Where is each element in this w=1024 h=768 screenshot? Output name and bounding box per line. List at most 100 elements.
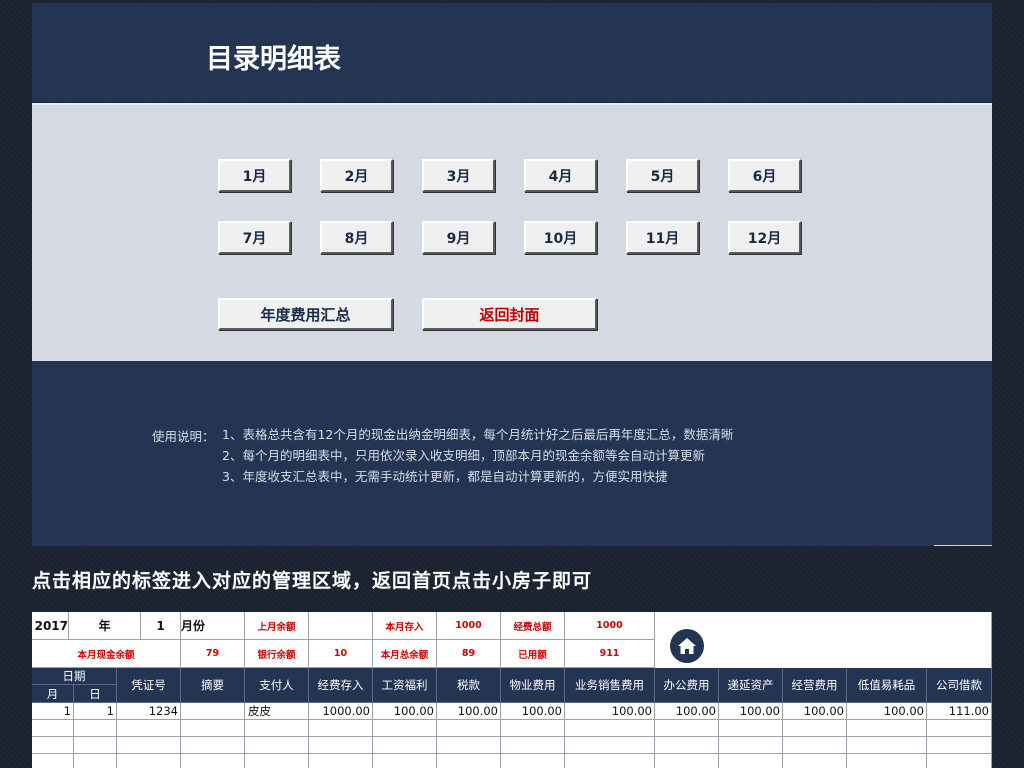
empty-cell[interactable] xyxy=(501,737,565,754)
empty-cell[interactable] xyxy=(32,737,74,754)
empty-cell[interactable] xyxy=(719,754,783,768)
empty-cell[interactable] xyxy=(181,754,245,768)
month-button-3[interactable]: 3月 xyxy=(422,159,495,192)
empty-cell[interactable] xyxy=(783,720,847,737)
col-header-date: 日期 xyxy=(32,668,117,685)
year-unit: 年 xyxy=(69,612,141,640)
empty-cell[interactable] xyxy=(373,720,437,737)
ledger-sheet: 2017 年 1 月份 上月余额 本月存入 1000 经费总额 1000 本月现… xyxy=(32,612,992,768)
empty-cell[interactable] xyxy=(309,754,373,768)
month-deposit-label: 本月存入 xyxy=(373,612,437,640)
cash-balance-value: 79 xyxy=(181,640,245,668)
empty-cell[interactable] xyxy=(501,720,565,737)
empty-cell[interactable] xyxy=(927,737,992,754)
total-funds-value: 1000 xyxy=(565,612,655,640)
row1-property[interactable]: 100.00 xyxy=(501,703,565,720)
instruction-line-3: 3、年度收支汇总表中，无需手动统计更新，都是自动计算更新的，方便实用快捷 xyxy=(222,469,668,484)
month-button-8[interactable]: 8月 xyxy=(320,221,393,254)
empty-cell[interactable] xyxy=(32,754,74,768)
empty-cell[interactable] xyxy=(245,754,309,768)
total-funds-label: 经费总额 xyxy=(501,612,565,640)
month-deposit-value: 1000 xyxy=(437,612,501,640)
empty-cell[interactable] xyxy=(117,754,181,768)
row1-month[interactable]: 1 xyxy=(32,703,74,720)
empty-cell[interactable] xyxy=(927,720,992,737)
col-header-office: 办公费用 xyxy=(655,668,719,703)
row1-wages[interactable]: 100.00 xyxy=(373,703,437,720)
empty-cell[interactable] xyxy=(373,737,437,754)
annual-summary-button[interactable]: 年度费用汇总 xyxy=(218,298,393,330)
month-button-5[interactable]: 5月 xyxy=(626,159,699,192)
col-header-deferred: 递延资产 xyxy=(719,668,783,703)
empty-cell[interactable] xyxy=(655,754,719,768)
month-button-7[interactable]: 7月 xyxy=(218,221,291,254)
empty-cell[interactable] xyxy=(927,754,992,768)
row1-tax[interactable]: 100.00 xyxy=(437,703,501,720)
row1-deferred[interactable]: 100.00 xyxy=(719,703,783,720)
row1-operating[interactable]: 100.00 xyxy=(783,703,847,720)
col-header-funds-in: 经费存入 xyxy=(309,668,373,703)
empty-cell[interactable] xyxy=(74,754,117,768)
empty-cell[interactable] xyxy=(565,754,655,768)
empty-cell[interactable] xyxy=(74,737,117,754)
empty-cell[interactable] xyxy=(847,720,927,737)
empty-cell[interactable] xyxy=(309,737,373,754)
row1-voucher[interactable]: 1234 xyxy=(117,703,181,720)
month-button-4[interactable]: 4月 xyxy=(524,159,597,192)
row1-loans[interactable]: 111.00 xyxy=(927,703,992,720)
empty-cell[interactable] xyxy=(437,754,501,768)
instructions-label: 使用说明： xyxy=(152,429,215,444)
empty-cell[interactable] xyxy=(245,737,309,754)
col-header-operating: 经营费用 xyxy=(783,668,847,703)
empty-cell[interactable] xyxy=(719,720,783,737)
month-button-6[interactable]: 6月 xyxy=(728,159,801,192)
cash-balance-label: 本月现金余额 xyxy=(32,640,181,668)
page-title: 目录明细表 xyxy=(206,44,341,75)
empty-cell[interactable] xyxy=(245,720,309,737)
row1-summary[interactable] xyxy=(181,703,245,720)
empty-cell[interactable] xyxy=(565,720,655,737)
empty-cell[interactable] xyxy=(32,720,74,737)
row1-office[interactable]: 100.00 xyxy=(655,703,719,720)
month-unit: 月份 xyxy=(181,612,245,640)
month-button-2[interactable]: 2月 xyxy=(320,159,393,192)
row1-payer[interactable]: 皮皮 xyxy=(245,703,309,720)
used-amount-value: 911 xyxy=(565,640,655,668)
row1-funds-in[interactable]: 1000.00 xyxy=(309,703,373,720)
row1-sales[interactable]: 100.00 xyxy=(565,703,655,720)
year-value: 2017 xyxy=(32,612,69,640)
col-header-day: 日 xyxy=(74,685,117,703)
back-to-cover-button[interactable]: 返回封面 xyxy=(422,298,597,330)
empty-cell[interactable] xyxy=(181,720,245,737)
empty-cell[interactable] xyxy=(117,720,181,737)
row1-consumables[interactable]: 100.00 xyxy=(847,703,927,720)
col-header-loans: 公司借款 xyxy=(927,668,992,703)
empty-cell[interactable] xyxy=(783,737,847,754)
month-button-12[interactable]: 12月 xyxy=(728,221,801,254)
empty-cell[interactable] xyxy=(437,720,501,737)
empty-cell[interactable] xyxy=(565,737,655,754)
col-header-payer: 支付人 xyxy=(245,668,309,703)
month-button-10[interactable]: 10月 xyxy=(524,221,597,254)
month-button-11[interactable]: 11月 xyxy=(626,221,699,254)
empty-cell[interactable] xyxy=(783,754,847,768)
empty-cell[interactable] xyxy=(181,737,245,754)
empty-cell[interactable] xyxy=(437,737,501,754)
empty-cell[interactable] xyxy=(847,754,927,768)
empty-cell[interactable] xyxy=(847,737,927,754)
empty-cell[interactable] xyxy=(74,720,117,737)
month-button-9[interactable]: 9月 xyxy=(422,221,495,254)
month-total-balance-label: 本月总余额 xyxy=(373,640,437,668)
instructions-panel: 使用说明： 1、表格总共含有12个月的现金出纳金明细表，每个月统计好之后最后再年… xyxy=(32,361,992,546)
row1-day[interactable]: 1 xyxy=(74,703,117,720)
empty-cell[interactable] xyxy=(655,737,719,754)
month-button-1[interactable]: 1月 xyxy=(218,159,291,192)
empty-cell[interactable] xyxy=(655,720,719,737)
empty-cell[interactable] xyxy=(309,720,373,737)
empty-cell[interactable] xyxy=(117,737,181,754)
empty-cell[interactable] xyxy=(501,754,565,768)
empty-cell[interactable] xyxy=(719,737,783,754)
home-button[interactable] xyxy=(670,629,704,663)
empty-cell[interactable] xyxy=(373,754,437,768)
last-month-balance-value xyxy=(309,612,373,640)
